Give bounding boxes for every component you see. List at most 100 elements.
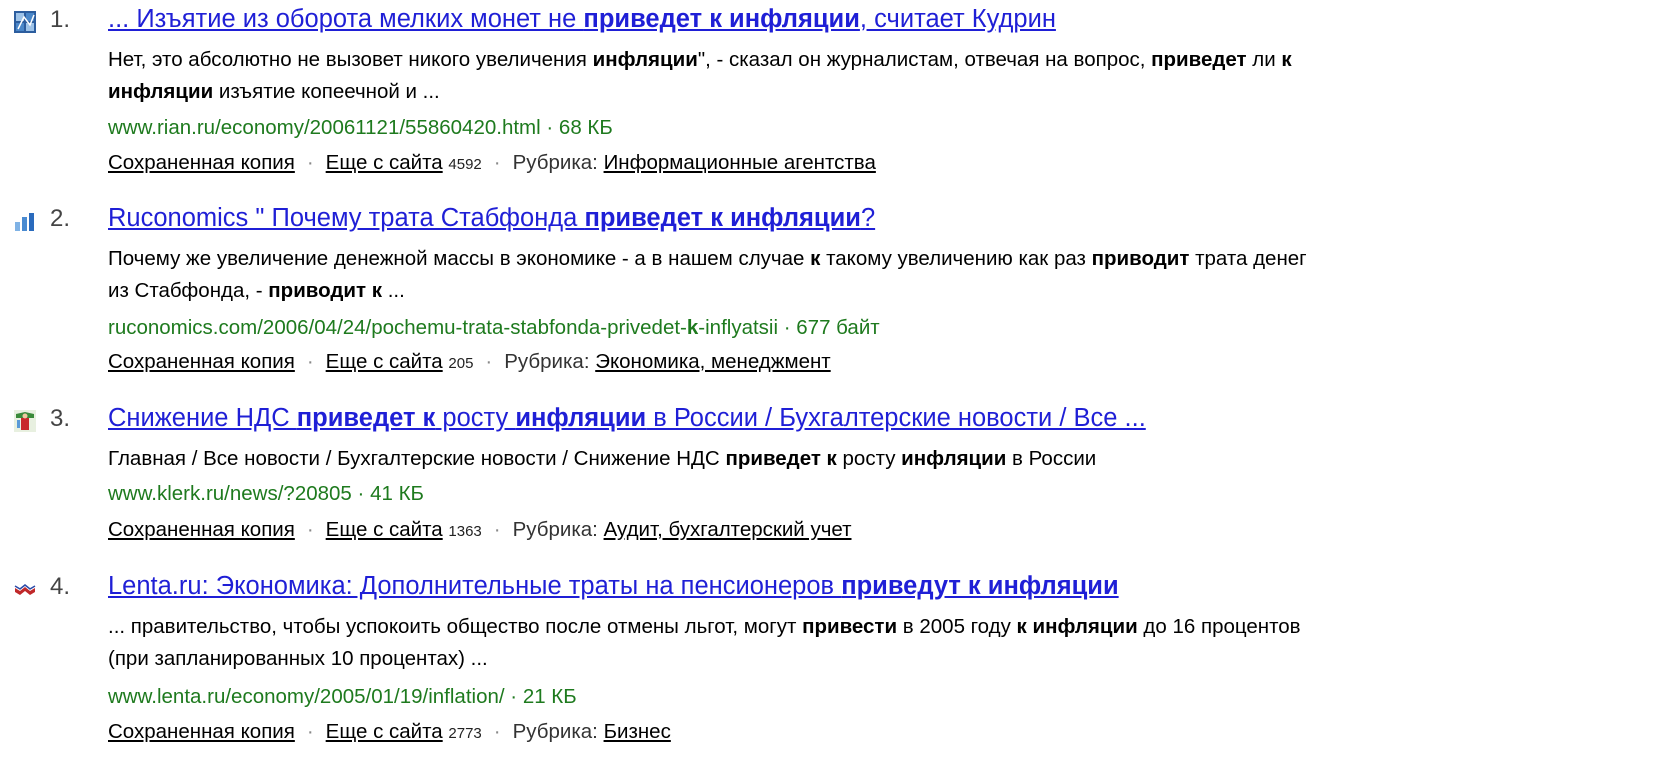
snippet-text: до 16 процентов [1137,615,1301,638]
snippet-highlight: инфляции [592,48,698,71]
result-snippet: Нет, это абсолютно не вызовет никого уве… [108,44,1658,108]
bar-chart-icon [15,213,34,231]
title-text: в России / Бухгалтерские новости / Все .… [646,404,1146,432]
cached-copy-link[interactable]: Сохраненная копия [108,720,295,743]
result-meta-line: Сохраненная копия · Еще с сайта 4592 · Рубри… [108,149,876,179]
title-highlight: приведет к инфляции [584,204,861,232]
separator: · [306,151,314,174]
title-text: Lenta.ru: Экономика: Дополнительные трат… [108,572,842,600]
snippet-highlight: инфляции [901,447,1007,470]
title-highlight: приведет к инфляции [583,5,860,33]
snippet-text: (при запланированных 10 процентах) ... [108,647,488,670]
rubric-link[interactable]: Информационные агентства [604,151,876,174]
title-text: Ruconomics " Почему трата Стабфонда [108,204,585,232]
result-number: 4. [50,573,71,600]
result-title-link[interactable]: Lenta.ru: Экономика: Дополнительные трат… [108,569,1119,603]
result-url-line: www.rian.ru/economy/20061121/55860420.ht… [108,114,613,142]
title-text: , считает Кудрин [859,5,1056,33]
result-url[interactable]: www.rian.ru/economy/20061121/55860420.ht… [108,116,541,139]
snippet-line: ... правительство, чтобы успокоить общес… [108,611,1658,643]
result-url[interactable]: www.lenta.ru/economy/2005/01/19/inflatio… [108,685,505,708]
separator: · [485,350,493,373]
snippet-text: в 2005 году [897,615,1017,638]
title-text: росту [435,404,516,432]
cached-copy-link[interactable]: Сохраненная копия [108,518,295,541]
snippet-highlight: привести [802,615,898,638]
separator: · [493,720,501,743]
title-text: Снижение НДС [108,404,297,432]
snippet-text: Почему же увеличение денежной массы в эк… [108,247,811,270]
result-url-line: www.klerk.ru/news/?20805 · 41 КБ [108,480,424,508]
separator: · [493,518,501,541]
result-size: 68 КБ [558,116,613,139]
more-from-site-link[interactable]: Еще с сайта [326,720,443,743]
result-meta-line: Сохраненная копия · Еще с сайта 1363 · Рубри… [108,516,852,546]
more-from-site-count: 1363 [448,523,482,540]
result-snippet: Почему же увеличение денежной массы в эк… [108,243,1658,307]
url-text: ruconomics.com/2006/04/24/pochemu-trata-… [108,316,687,339]
separator: · [783,316,791,339]
rian-icon [14,11,36,33]
lenta-icon [14,584,36,595]
result-url-line: ruconomics.com/2006/04/24/pochemu-trata-… [108,314,880,342]
url-text: -inflyatsii [698,316,779,339]
separator: · [493,151,501,174]
more-from-site-link[interactable]: Еще с сайта [326,350,443,373]
url-highlight: k [686,316,699,339]
result-title-link[interactable]: Ruconomics " Почему трата Стабфонда прив… [108,201,875,235]
snippet-text: росту [836,447,902,470]
result-size: 41 КБ [370,482,424,505]
rubric-link[interactable]: Аудит, бухгалтерский учет [604,518,852,541]
result-url-line: www.lenta.ru/economy/2005/01/19/inflatio… [108,683,577,711]
rubric-link[interactable]: Экономика, менеджмент [595,350,830,373]
snippet-line: Почему же увеличение денежной массы в эк… [108,243,1658,275]
snippet-highlight: к инфляции [1016,615,1138,638]
result-meta-line: Сохраненная копия · Еще с сайта 205 · Рубрик… [108,348,831,378]
cached-copy-link[interactable]: Сохраненная копия [108,350,295,373]
snippet-text: ... правительство, чтобы успокоить общес… [108,615,803,638]
separator: · [306,350,314,373]
result-url[interactable]: www.klerk.ru/news/?20805 [108,482,352,505]
more-from-site-link[interactable]: Еще с сайта [326,151,443,174]
snippet-text: трата денег [1189,247,1307,270]
snippet-line: инфляции изъятие копеечной и ... [108,76,1658,108]
rubric-link[interactable]: Бизнес [604,720,671,743]
search-results-list: 1. ... Изъятие из оборота мелких монет н… [0,0,1660,781]
result-number: 1. [50,6,71,33]
result-url[interactable]: ruconomics.com/2006/04/24/pochemu-trata-… [108,316,778,339]
result-title-link[interactable]: ... Изъятие из оборота мелких монет не п… [108,2,1056,36]
rubric-label: Рубрика: [512,151,598,174]
snippet-text: в России [1006,447,1097,470]
klerk-icon [14,410,36,432]
snippet-line: (при запланированных 10 процентах) ... [108,643,1658,675]
result-meta-line: Сохраненная копия · Еще с сайта 2773 · Рубри… [108,718,671,748]
snippet-highlight: приведет к [725,447,837,470]
rubric-label: Рубрика: [512,720,598,743]
rubric-label: Рубрика: [504,350,590,373]
snippet-text: Главная / Все новости / Бухгалтерские но… [108,447,726,470]
snippet-highlight: приведет [1151,48,1247,71]
snippet-text: ", - сказал он журналистам, отвечая на в… [697,48,1152,71]
title-highlight: инфляции [515,404,647,432]
result-size: 677 байт [796,316,880,339]
result-title-link[interactable]: Снижение НДС приведет к росту инфляции в… [108,401,1146,435]
cached-copy-link[interactable]: Сохраненная копия [108,151,295,174]
result-snippet: ... правительство, чтобы успокоить общес… [108,611,1658,675]
result-number: 2. [50,205,71,232]
title-highlight: приведут к инфляции [841,572,1119,600]
snippet-highlight: приводит к [268,279,382,302]
snippet-line: Нет, это абсолютно не вызовет никого уве… [108,44,1658,76]
snippet-text: Нет, это абсолютно не вызовет никого уве… [108,48,593,71]
snippet-text: из Стабфонда, - [108,279,269,302]
snippet-text: ли [1246,48,1282,71]
snippet-text: изъятие копеечной и ... [213,80,440,103]
result-number: 3. [50,405,71,432]
more-from-site-count: 205 [448,355,474,372]
snippet-text: ... [382,279,405,302]
title-highlight: приведет к [296,404,436,432]
snippet-highlight: приводит [1091,247,1190,270]
result-snippet: Главная / Все новости / Бухгалтерские но… [108,443,1658,475]
rubric-label: Рубрика: [512,518,598,541]
more-from-site-link[interactable]: Еще с сайта [326,518,443,541]
snippet-highlight: к [1281,48,1292,71]
